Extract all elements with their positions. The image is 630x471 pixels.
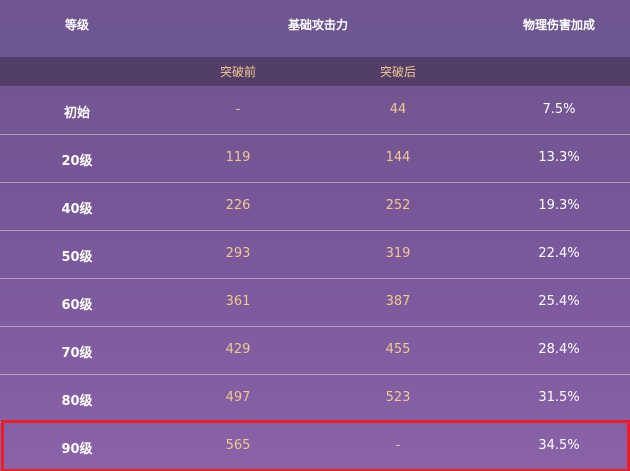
row-phys-bonus: 34.5% [538, 438, 580, 453]
row-atk-after: - [395, 438, 401, 453]
row-phys-bonus: 7.5% [542, 102, 576, 117]
row-atk-before: 429 [225, 342, 251, 357]
header-phys-bonus: 物理伤害加成 [522, 18, 596, 32]
subheader-after: 突破后 [379, 65, 417, 79]
row-level: 50级 [61, 250, 93, 265]
row-phys-bonus: 25.4% [538, 294, 580, 309]
row-phys-bonus: 19.3% [538, 198, 580, 213]
row-atk-after: 144 [385, 150, 411, 165]
row-atk-after: 252 [385, 198, 411, 213]
row-level: 40级 [61, 202, 93, 217]
row-phys-bonus: 22.4% [538, 246, 580, 261]
row-level: 80级 [61, 394, 93, 409]
subheader-before: 突破前 [219, 65, 257, 79]
row-atk-before: 497 [225, 390, 251, 405]
table-row-highlighted: 90级 565 - 34.5% [0, 422, 630, 470]
row-atk-before: 565 [225, 438, 251, 453]
row-atk-after: 319 [385, 246, 411, 261]
row-level: 初始 [63, 106, 91, 121]
table-subheader: 突破前 突破后 [0, 57, 630, 86]
table-row: 50级 293 319 22.4% [0, 230, 630, 279]
table-header: 等级 基础攻击力 物理伤害加成 [0, 0, 630, 57]
row-atk-before: 119 [225, 150, 251, 165]
row-atk-after: 44 [389, 102, 407, 117]
row-level: 20级 [61, 154, 93, 169]
row-level: 70级 [61, 346, 93, 361]
table-row: 60级 361 387 25.4% [0, 278, 630, 327]
table-row: 70级 429 455 28.4% [0, 326, 630, 375]
row-atk-before: 226 [225, 198, 251, 213]
table-row: 初始 - 44 7.5% [0, 86, 630, 135]
header-level: 等级 [64, 18, 90, 32]
row-level: 90级 [61, 442, 93, 457]
table-row: 40级 226 252 19.3% [0, 182, 630, 231]
row-phys-bonus: 31.5% [538, 390, 580, 405]
table-row: 20级 119 144 13.3% [0, 134, 630, 183]
row-level: 60级 [61, 298, 93, 313]
stats-table: 等级 基础攻击力 物理伤害加成 突破前 突破后 初始 - 44 7.5% 20级… [0, 0, 630, 471]
row-phys-bonus: 13.3% [538, 150, 580, 165]
row-phys-bonus: 28.4% [538, 342, 580, 357]
row-atk-after: 523 [385, 390, 411, 405]
header-base-atk: 基础攻击力 [287, 18, 349, 32]
row-atk-after: 387 [385, 294, 411, 309]
row-atk-after: 455 [385, 342, 411, 357]
row-atk-before: 293 [225, 246, 251, 261]
table-row: 80级 497 523 31.5% [0, 374, 630, 423]
row-atk-before: - [235, 102, 241, 117]
row-atk-before: 361 [225, 294, 251, 309]
